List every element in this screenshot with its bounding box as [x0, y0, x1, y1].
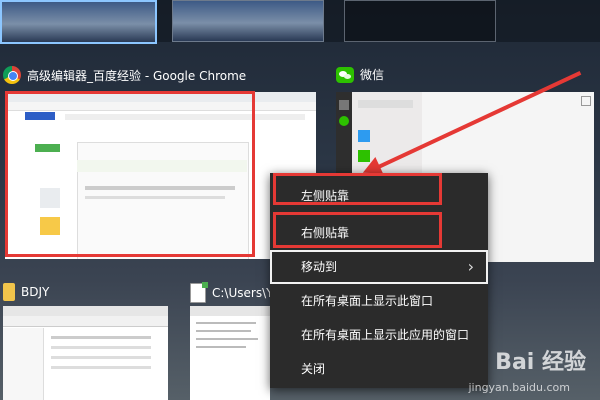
window-title-bdjy-label: BDJY	[21, 285, 50, 299]
virtual-desktop-thumbnail-2[interactable]	[172, 0, 324, 42]
window-thumbnail-bdjy[interactable]	[3, 306, 168, 400]
context-menu: 左侧贴靠 右侧贴靠 移动到 › 在所有桌面上显示此窗口 在所有桌面上显示此应用的…	[270, 173, 488, 388]
menu-item-close-label: 关闭	[301, 362, 326, 376]
highlight-frame-chrome	[5, 91, 255, 257]
virtual-desktop-thumbnail-3[interactable]	[344, 0, 496, 42]
menu-item-show-app-all-desktops[interactable]: 在所有桌面上显示此应用的窗口	[270, 318, 488, 352]
window-title-notepad-label: C:\Users\Y	[212, 286, 274, 300]
window-title-chrome[interactable]: 高级编辑器_百度经验 - Google Chrome	[3, 66, 246, 84]
window-title-wechat-label: 微信	[360, 68, 385, 82]
menu-item-move-to[interactable]: 移动到 ›	[270, 250, 488, 284]
highlight-frame-snap-right	[273, 212, 442, 248]
chrome-icon	[3, 66, 21, 84]
window-title-wechat[interactable]: 微信	[336, 66, 384, 83]
window-thumbnail-notepad[interactable]	[190, 306, 270, 400]
virtual-desktop-strip	[0, 0, 600, 44]
window-title-notepad[interactable]: C:\Users\Y	[190, 282, 274, 303]
folder-icon	[3, 283, 15, 301]
virtual-desktop-thumbnail-1[interactable]	[0, 0, 157, 44]
menu-item-show-window-all-desktops[interactable]: 在所有桌面上显示此窗口	[270, 284, 488, 318]
window-title-chrome-label: 高级编辑器_百度经验 - Google Chrome	[27, 68, 247, 83]
wechat-icon	[336, 66, 354, 83]
menu-item-show-window-all-desktops-label: 在所有桌面上显示此窗口	[301, 294, 434, 308]
menu-item-move-to-label: 移动到	[301, 260, 338, 274]
watermark-logo: Bai 经验	[495, 350, 586, 375]
chevron-right-icon: ›	[467, 257, 474, 276]
menu-item-show-app-all-desktops-label: 在所有桌面上显示此应用的窗口	[301, 328, 470, 342]
highlight-frame-snap-left	[273, 173, 442, 205]
window-title-bdjy[interactable]: BDJY	[3, 283, 49, 301]
watermark-url: jingyan.baidu.com	[468, 381, 570, 394]
menu-item-close[interactable]: 关闭	[270, 352, 488, 386]
notepad-icon	[190, 282, 208, 303]
